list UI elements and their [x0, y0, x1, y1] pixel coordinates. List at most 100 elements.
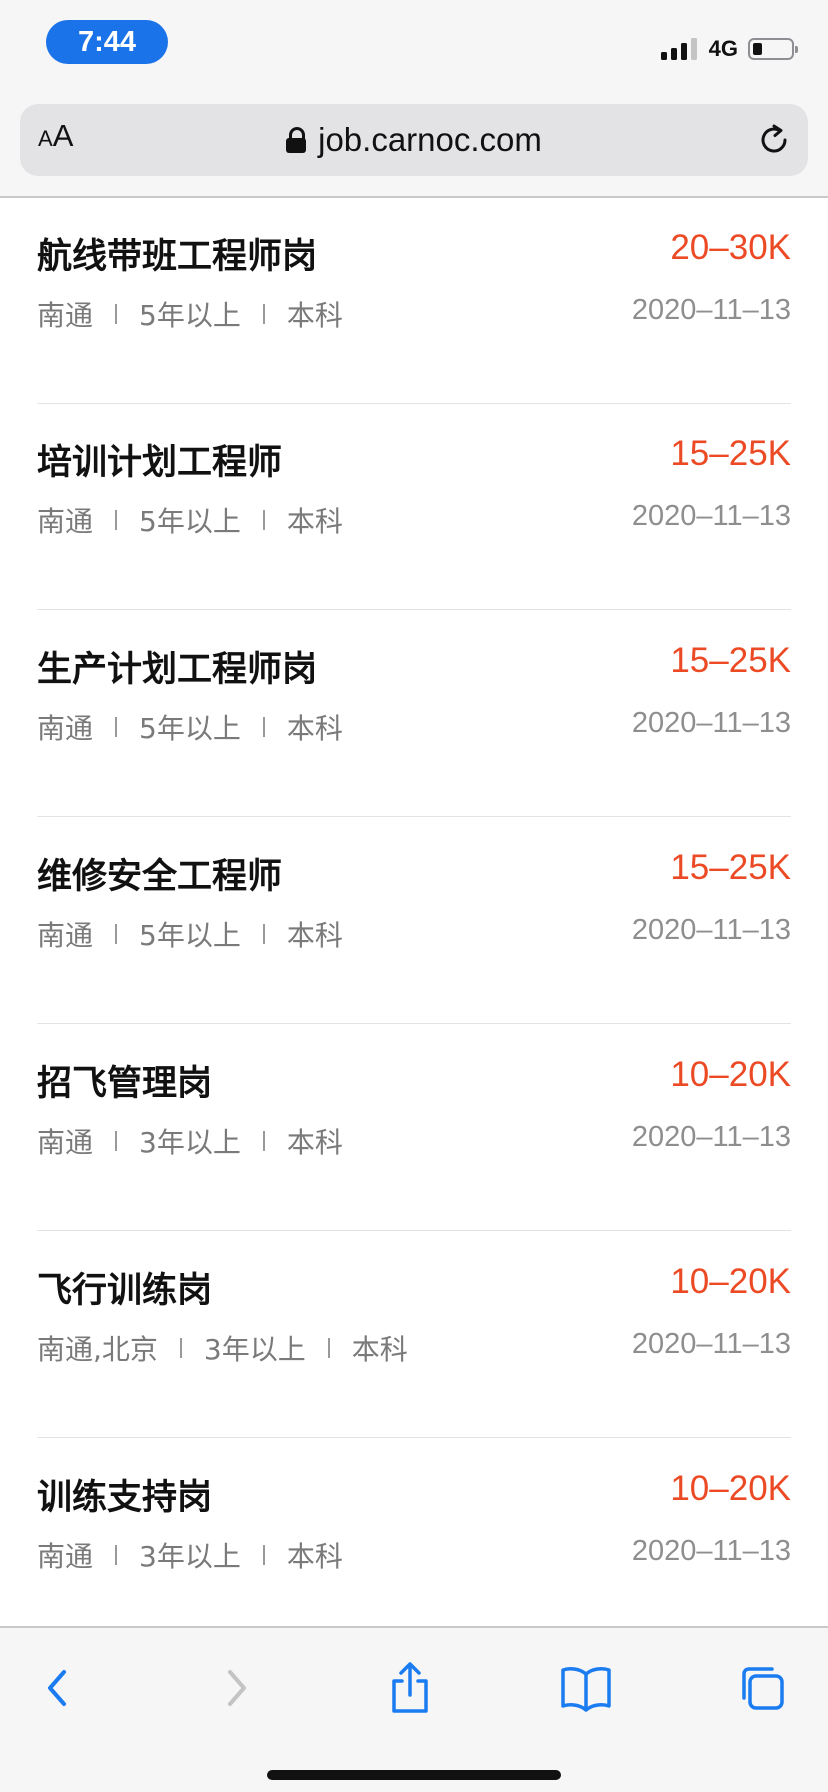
job-title[interactable]: 飞行训练岗: [37, 1262, 212, 1313]
browser-top-chrome: 7:44 4G job.carnoc.com AA: [0, 0, 828, 198]
tabs-button[interactable]: [732, 1658, 792, 1718]
job-location: 南通: [37, 1126, 94, 1159]
job-title[interactable]: 培训计划工程师: [37, 434, 282, 485]
job-title[interactable]: 生产计划工程师岗: [37, 641, 317, 692]
meta-divider: [262, 304, 265, 324]
meta-divider: [179, 1338, 182, 1358]
meta-divider: [262, 1131, 265, 1151]
browser-bottom-toolbar: [0, 1626, 828, 1792]
meta-divider: [115, 1545, 118, 1565]
job-title[interactable]: 航线带班工程师岗: [37, 228, 317, 279]
job-salary: 20–30K: [670, 228, 791, 267]
job-education: 本科: [286, 505, 343, 538]
job-title[interactable]: 招飞管理岗: [37, 1055, 212, 1106]
job-list-item[interactable]: 飞行训练岗 10–20K 南通,北京 3年以上 本科 2020–11–13: [37, 1232, 791, 1438]
safari-screen: 7:44 4G job.carnoc.com AA 航线带班工程师岗 20–30…: [0, 0, 828, 1792]
job-location: 南通: [37, 712, 94, 745]
forward-icon: [228, 1670, 246, 1706]
status-time[interactable]: 7:44: [46, 20, 168, 64]
back-button[interactable]: [28, 1658, 88, 1718]
meta-divider: [262, 717, 265, 737]
job-experience: 5年以上: [139, 919, 241, 952]
lock-icon: [286, 127, 307, 153]
job-salary: 10–20K: [670, 1262, 791, 1301]
job-date: 2020–11–13: [631, 500, 791, 532]
forward-button[interactable]: [206, 1658, 266, 1718]
job-location: 南通: [37, 1540, 94, 1573]
job-education: 本科: [286, 712, 343, 745]
job-education: 本科: [286, 1126, 343, 1159]
job-experience: 3年以上: [139, 1540, 241, 1573]
meta-divider: [115, 304, 118, 324]
job-salary: 10–20K: [670, 1055, 791, 1094]
job-salary: 15–25K: [670, 641, 791, 680]
job-education: 本科: [351, 1333, 408, 1366]
job-list-item[interactable]: 航线带班工程师岗 20–30K 南通 5年以上 本科 2020–11–13: [37, 198, 791, 404]
bookmarks-icon: [561, 1667, 611, 1712]
job-title[interactable]: 训练支持岗: [37, 1469, 212, 1520]
bookmarks-button[interactable]: [556, 1658, 616, 1718]
job-experience: 5年以上: [139, 712, 241, 745]
job-date: 2020–11–13: [631, 1535, 791, 1567]
address-bar[interactable]: job.carnoc.com AA: [20, 104, 808, 176]
job-date: 2020–11–13: [631, 294, 791, 326]
job-location: 南通: [37, 299, 94, 332]
job-date: 2020–11–13: [631, 707, 791, 739]
reload-icon[interactable]: [756, 122, 792, 158]
job-list-item[interactable]: 招飞管理岗 10–20K 南通 3年以上 本科 2020–11–13: [37, 1025, 791, 1231]
job-meta: 南通 5年以上 本科: [37, 914, 343, 954]
meta-divider: [115, 924, 118, 944]
cellular-signal-icon: [660, 38, 697, 60]
meta-divider: [327, 1338, 330, 1358]
back-icon: [48, 1670, 66, 1706]
battery-icon: [748, 38, 798, 60]
job-meta: 南通 5年以上 本科: [37, 294, 343, 334]
job-list-item[interactable]: 培训计划工程师 15–25K 南通 5年以上 本科 2020–11–13: [37, 404, 791, 610]
job-list-item[interactable]: 训练支持岗 10–20K 南通 3年以上 本科 2020–11–13: [37, 1439, 791, 1626]
job-salary: 10–20K: [670, 1469, 791, 1508]
home-indicator[interactable]: [267, 1770, 561, 1780]
job-education: 本科: [286, 919, 343, 952]
job-location: 南通: [37, 505, 94, 538]
job-education: 本科: [286, 299, 343, 332]
job-list-item[interactable]: 生产计划工程师岗 15–25K 南通 5年以上 本科 2020–11–13: [37, 611, 791, 817]
job-meta: 南通 3年以上 本科: [37, 1121, 343, 1161]
job-experience: 5年以上: [139, 299, 241, 332]
share-button[interactable]: [380, 1658, 440, 1718]
list-divider: [37, 1437, 791, 1438]
meta-divider: [262, 510, 265, 530]
job-meta: 南通 5年以上 本科: [37, 707, 343, 747]
text-size-small-label: A: [38, 126, 53, 151]
url-text[interactable]: job.carnoc.com: [318, 121, 542, 159]
meta-divider: [262, 924, 265, 944]
job-date: 2020–11–13: [631, 1121, 791, 1153]
job-salary: 15–25K: [670, 848, 791, 887]
network-type-label: 4G: [708, 36, 738, 61]
meta-divider: [262, 1545, 265, 1565]
job-education: 本科: [286, 1540, 343, 1573]
job-location: 南通,北京: [37, 1333, 158, 1366]
job-list: 航线带班工程师岗 20–30K 南通 5年以上 本科 2020–11–13 培训…: [0, 196, 828, 1626]
list-divider: [37, 816, 791, 817]
job-date: 2020–11–13: [631, 1328, 791, 1360]
job-meta: 南通 3年以上 本科: [37, 1535, 343, 1575]
tabs-icon: [742, 1667, 784, 1710]
list-divider: [37, 1023, 791, 1024]
text-size-button[interactable]: AA: [38, 118, 73, 162]
job-title[interactable]: 维修安全工程师: [37, 848, 282, 899]
job-location: 南通: [37, 919, 94, 952]
job-experience: 5年以上: [139, 505, 241, 538]
job-salary: 15–25K: [670, 434, 791, 473]
list-divider: [37, 1230, 791, 1231]
meta-divider: [115, 510, 118, 530]
meta-divider: [115, 1131, 118, 1151]
status-indicators: 4G: [660, 34, 798, 64]
job-meta: 南通 5年以上 本科: [37, 500, 343, 540]
text-size-large-label: A: [52, 118, 74, 153]
job-list-item[interactable]: 维修安全工程师 15–25K 南通 5年以上 本科 2020–11–13: [37, 818, 791, 1024]
job-date: 2020–11–13: [631, 914, 791, 946]
url-display[interactable]: job.carnoc.com: [20, 104, 808, 176]
share-icon: [392, 1662, 428, 1713]
list-divider: [37, 609, 791, 610]
meta-divider: [115, 717, 118, 737]
